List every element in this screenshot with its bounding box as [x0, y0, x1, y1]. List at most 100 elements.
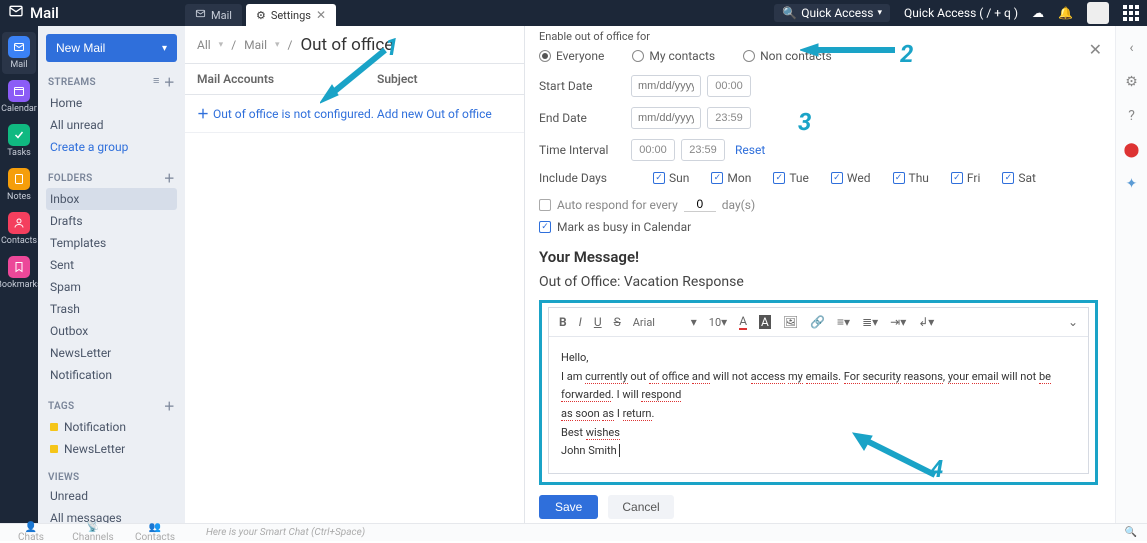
smart-chat-hint: Here is your Smart Chat (Ctrl+Space) — [206, 527, 365, 538]
widget-icon[interactable]: ✦ — [1126, 176, 1138, 192]
sidebar-view-all[interactable]: All messages — [46, 507, 177, 523]
sidebar-item-sent[interactable]: Sent — [46, 254, 177, 276]
sidebar-item-newsletter[interactable]: NewsLetter — [46, 342, 177, 364]
sidebar-item-spam[interactable]: Spam — [46, 276, 177, 298]
day-thu[interactable]: ✓Thu — [893, 171, 929, 185]
tab-mail[interactable]: Mail — [185, 4, 242, 26]
sidebar-item-home[interactable]: Home — [46, 92, 177, 114]
highlight-icon[interactable]: A — [759, 315, 771, 329]
sidebar-item-all-unread[interactable]: All unread — [46, 114, 177, 136]
reset-link[interactable]: Reset — [735, 143, 765, 157]
auto-respond-days-input[interactable] — [684, 197, 716, 212]
font-select[interactable]: Arial — [633, 316, 691, 329]
help-icon[interactable]: ? — [1128, 108, 1135, 124]
direction-icon[interactable]: ↲▾ — [918, 315, 934, 329]
bottom-channels[interactable]: 📡Channels — [62, 523, 124, 543]
search-icon[interactable]: 🔍 — [1125, 527, 1137, 538]
apps-grid-icon[interactable] — [1123, 5, 1139, 21]
cloud-icon[interactable]: ☁ — [1032, 6, 1044, 20]
sidebar-tag-notification[interactable]: Notification — [46, 416, 177, 438]
interval-from-input[interactable] — [631, 139, 675, 161]
plus-icon[interactable]: ＋ — [164, 170, 175, 186]
tab-settings[interactable]: ⚙ Settings ✕ — [246, 4, 336, 26]
mail-icon — [195, 8, 206, 22]
day-wed[interactable]: ✓Wed — [831, 171, 871, 185]
apprail-mail[interactable]: Mail — [2, 32, 36, 74]
views-heading: VIEWS — [48, 472, 79, 483]
underline-icon[interactable]: U — [594, 315, 602, 329]
subject-input[interactable]: Out of Office: Vacation Response — [539, 274, 1098, 290]
end-time-input[interactable] — [707, 107, 751, 129]
quick-access-label: Quick Access — [801, 6, 873, 20]
editor-toolbar: B I U S Arial▾ 10 ▾ A A 🖼 🔗 ≡▾ ≣▾ ⇥▾ ↲▾ … — [549, 308, 1088, 337]
gear-icon: ⚙ — [256, 9, 266, 22]
align-icon[interactable]: ≡▾ — [837, 315, 850, 329]
radio-my-contacts[interactable]: My contacts — [632, 49, 715, 63]
chevron-down-icon: ▾ — [162, 43, 167, 54]
plus-icon[interactable]: ＋ — [164, 74, 175, 90]
apprail-notes[interactable]: Notes — [2, 164, 36, 206]
callout-4: 4 — [930, 455, 943, 483]
sidebar-tag-newsletter[interactable]: NewsLetter — [46, 438, 177, 460]
bold-icon[interactable]: B — [559, 315, 567, 329]
end-date-label: End Date — [539, 111, 631, 125]
apprail-tasks[interactable]: Tasks — [2, 120, 36, 162]
day-fri[interactable]: ✓Fri — [951, 171, 980, 185]
image-icon[interactable]: 🖼 — [783, 315, 798, 329]
day-tue[interactable]: ✓Tue — [773, 171, 809, 185]
gear-icon[interactable]: ⚙ — [1125, 74, 1138, 90]
link-icon[interactable]: 🔗 — [810, 315, 825, 329]
crumb-all[interactable]: All — [197, 38, 211, 52]
day-sat[interactable]: ✓Sat — [1002, 171, 1036, 185]
editor-highlight-box: B I U S Arial▾ 10 ▾ A A 🖼 🔗 ≡▾ ≣▾ ⇥▾ ↲▾ … — [539, 300, 1098, 485]
streams-heading: STREAMS — [48, 77, 96, 88]
new-mail-button[interactable]: New Mail▾ — [46, 34, 177, 62]
status-icon[interactable]: ⬤ — [1124, 142, 1140, 158]
bottom-contacts[interactable]: 👥Contacts — [124, 523, 186, 543]
plus-icon[interactable]: ＋ — [164, 398, 175, 414]
list-icon[interactable]: ≣▾ — [862, 315, 878, 329]
sidebar-item-templates[interactable]: Templates — [46, 232, 177, 254]
sidebar-create-group[interactable]: Create a group — [46, 136, 177, 158]
list-icon[interactable]: ≡ — [153, 74, 160, 90]
sidebar-view-unread[interactable]: Unread — [46, 485, 177, 507]
start-date-input[interactable] — [631, 75, 701, 97]
sidebar-item-notification[interactable]: Notification — [46, 364, 177, 386]
tags-heading: TAGS — [48, 401, 74, 412]
day-mon[interactable]: ✓Mon — [711, 171, 751, 185]
start-time-input[interactable] — [707, 75, 751, 97]
close-icon[interactable]: ✕ — [316, 8, 326, 22]
sidebar-item-trash[interactable]: Trash — [46, 298, 177, 320]
close-icon[interactable]: ✕ — [1089, 40, 1102, 59]
save-button[interactable]: Save — [539, 495, 598, 519]
sidebar-item-outbox[interactable]: Outbox — [46, 320, 177, 342]
apprail-bookmarks[interactable]: Bookmarks — [2, 252, 36, 294]
italic-icon[interactable]: I — [579, 315, 582, 329]
radio-everyone[interactable]: Everyone — [539, 49, 604, 63]
mark-busy-checkbox[interactable]: ✓ — [539, 221, 551, 233]
mark-busy-label: Mark as busy in Calendar — [557, 220, 691, 234]
quick-access-search[interactable]: 🔍 Quick Access ▾ — [774, 4, 890, 22]
indent-icon[interactable]: ⇥▾ — [890, 315, 906, 329]
strike-icon[interactable]: S — [614, 315, 621, 329]
your-message-heading: Your Message! — [539, 248, 1098, 266]
include-days-label: Include Days — [539, 171, 631, 185]
more-icon[interactable]: ⌄ — [1068, 315, 1078, 329]
crumb-mail[interactable]: Mail — [244, 38, 267, 52]
sidebar-item-inbox[interactable]: Inbox — [46, 188, 177, 210]
avatar[interactable] — [1087, 2, 1109, 24]
auto-respond-checkbox[interactable]: ✓ — [539, 199, 551, 211]
bell-icon[interactable]: 🔔 — [1058, 6, 1073, 20]
bottom-chats[interactable]: 👤Chats — [0, 523, 62, 543]
cancel-button[interactable]: Cancel — [608, 495, 673, 519]
sidebar-item-drafts[interactable]: Drafts — [46, 210, 177, 232]
end-date-input[interactable] — [631, 107, 701, 129]
interval-to-input[interactable] — [681, 139, 725, 161]
apprail-calendar[interactable]: Calendar — [2, 76, 36, 118]
size-select[interactable]: 10 — [709, 316, 721, 329]
text-color-icon[interactable]: A — [739, 314, 747, 330]
apprail-contacts[interactable]: Contacts — [2, 208, 36, 250]
day-sun[interactable]: ✓Sun — [653, 171, 689, 185]
editor-body[interactable]: Hello, I am currently out of office and … — [549, 337, 1088, 473]
chevron-left-icon[interactable]: ‹ — [1129, 40, 1133, 56]
